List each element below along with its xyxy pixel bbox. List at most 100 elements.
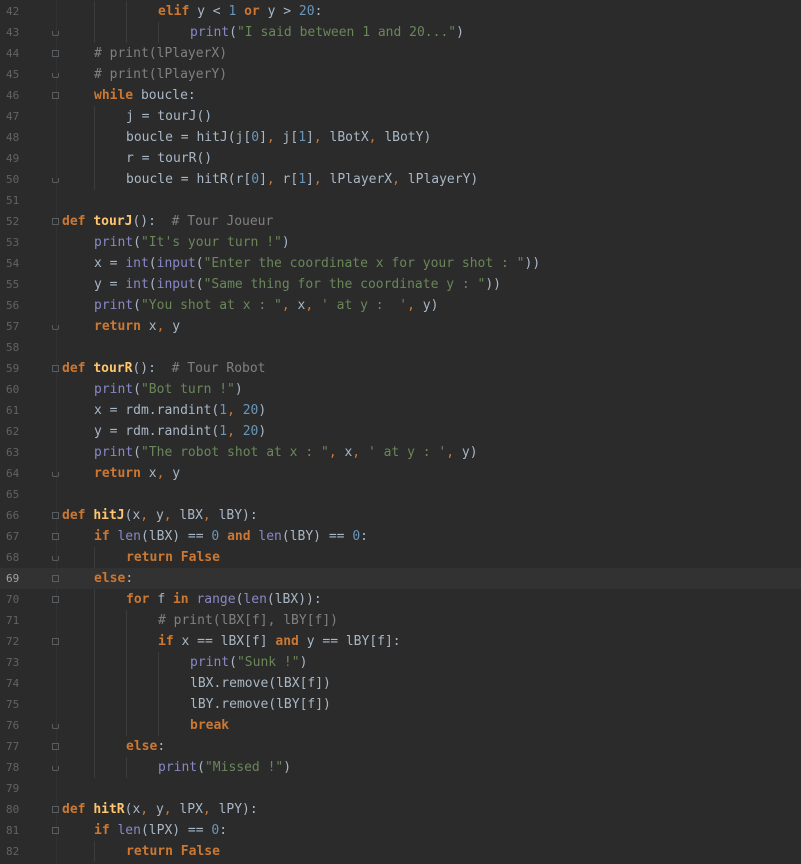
fold-toggle-icon[interactable] bbox=[52, 638, 59, 645]
code-line[interactable]: 63 print("The robot shot at x : ", x, ' a… bbox=[0, 442, 801, 463]
code-text[interactable]: else: bbox=[94, 568, 133, 589]
fold-toggle-icon[interactable] bbox=[52, 218, 59, 225]
code-text[interactable]: # print(lPlayerX) bbox=[94, 43, 227, 64]
code-text[interactable]: y = rdm.randint(1, 20) bbox=[94, 421, 266, 442]
code-text[interactable]: boucle = hitJ(j[0], j[1], lBotX, lBotY) bbox=[126, 127, 431, 148]
code-text[interactable]: j = tourJ() bbox=[126, 106, 212, 127]
fold-toggle-icon[interactable] bbox=[52, 743, 59, 750]
code-text[interactable]: x = rdm.randint(1, 20) bbox=[94, 400, 266, 421]
fold-toggle-icon[interactable] bbox=[52, 827, 59, 834]
fold-end-icon[interactable] bbox=[52, 472, 59, 477]
code-text[interactable]: for f in range(len(lBX)): bbox=[126, 589, 322, 610]
code-line[interactable]: 61 x = rdm.randint(1, 20) bbox=[0, 400, 801, 421]
code-text[interactable]: if len(lPX) == 0: bbox=[94, 820, 227, 841]
code-text[interactable]: return x, y bbox=[94, 463, 180, 484]
code-text[interactable]: print("You shot at x : ", x, ' at y : ',… bbox=[94, 295, 438, 316]
code-line[interactable]: 54 x = int(input("Enter the coordinate x … bbox=[0, 253, 801, 274]
code-line[interactable]: 78 print("Missed !") bbox=[0, 757, 801, 778]
code-line[interactable]: 56 print("You shot at x : ", x, ' at y : … bbox=[0, 295, 801, 316]
code-editor[interactable]: 42 elif y < 1 or y > 20: 43 print("I said b… bbox=[0, 0, 801, 864]
code-line[interactable]: 53 print("It's your turn !") bbox=[0, 232, 801, 253]
code-line[interactable]: 57 return x, y bbox=[0, 316, 801, 337]
code-line[interactable]: 66 def hitJ(x, y, lBX, lBY): bbox=[0, 505, 801, 526]
code-line[interactable]: 48 boucle = hitJ(j[0], j[1], lBotX, lBotY… bbox=[0, 127, 801, 148]
fold-toggle-icon[interactable] bbox=[52, 806, 59, 813]
code-line[interactable]: 43 print("I said between 1 and 20...") bbox=[0, 22, 801, 43]
fold-toggle-icon[interactable] bbox=[52, 575, 59, 582]
code-text[interactable]: x = int(input("Enter the coordinate x fo… bbox=[94, 253, 540, 274]
code-line[interactable]: 49 r = tourR() bbox=[0, 148, 801, 169]
code-line[interactable]: 81 if len(lPX) == 0: bbox=[0, 820, 801, 841]
code-text[interactable]: # print(lBX[f], lBY[f]) bbox=[158, 610, 338, 631]
code-line[interactable]: 50 boucle = hitR(r[0], r[1], lPlayerX, lP… bbox=[0, 169, 801, 190]
code-text[interactable]: return x, y bbox=[94, 316, 180, 337]
code-line[interactable]: 69 else: bbox=[0, 568, 801, 589]
fold-toggle-icon[interactable] bbox=[52, 365, 59, 372]
code-text[interactable]: def tourR(): # Tour Robot bbox=[62, 358, 266, 379]
code-text[interactable]: break bbox=[190, 715, 229, 736]
code-line[interactable]: 68 return False bbox=[0, 547, 801, 568]
fold-toggle-icon[interactable] bbox=[52, 596, 59, 603]
code-line[interactable]: 52 def tourJ(): # Tour Joueur bbox=[0, 211, 801, 232]
code-text[interactable]: return False bbox=[126, 547, 220, 568]
fold-end-icon[interactable] bbox=[52, 73, 59, 78]
code-text[interactable]: print("The robot shot at x : ", x, ' at … bbox=[94, 442, 478, 463]
code-text[interactable]: lBY.remove(lBY[f]) bbox=[190, 694, 331, 715]
fold-end-icon[interactable] bbox=[52, 31, 59, 36]
code-text[interactable]: if x == lBX[f] and y == lBY[f]: bbox=[158, 631, 401, 652]
code-line[interactable]: 51 bbox=[0, 190, 801, 211]
code-text[interactable]: r = tourR() bbox=[126, 148, 212, 169]
code-text[interactable]: def hitR(x, y, lPX, lPY): bbox=[62, 799, 258, 820]
code-line[interactable]: 62 y = rdm.randint(1, 20) bbox=[0, 421, 801, 442]
fold-toggle-icon[interactable] bbox=[52, 92, 59, 99]
code-text[interactable]: def hitJ(x, y, lBX, lBY): bbox=[62, 505, 258, 526]
code-text[interactable]: return False bbox=[126, 841, 220, 862]
code-line[interactable]: 64 return x, y bbox=[0, 463, 801, 484]
code-line[interactable]: 79 bbox=[0, 778, 801, 799]
code-line[interactable]: 60 print("Bot turn !") bbox=[0, 379, 801, 400]
code-text[interactable]: y = int(input("Same thing for the coordi… bbox=[94, 274, 501, 295]
code-line[interactable]: 70 for f in range(len(lBX)): bbox=[0, 589, 801, 610]
code-line[interactable]: 47 j = tourJ() bbox=[0, 106, 801, 127]
fold-toggle-icon[interactable] bbox=[52, 533, 59, 540]
fold-end-icon[interactable] bbox=[52, 325, 59, 330]
fold-end-icon[interactable] bbox=[52, 178, 59, 183]
code-line[interactable]: 59 def tourR(): # Tour Robot bbox=[0, 358, 801, 379]
code-text[interactable]: while boucle: bbox=[94, 85, 196, 106]
code-text[interactable]: # print(lPlayerY) bbox=[94, 64, 227, 85]
code-line[interactable]: 74 lBX.remove(lBX[f]) bbox=[0, 673, 801, 694]
code-line[interactable]: 71 # print(lBX[f], lBY[f]) bbox=[0, 610, 801, 631]
code-text[interactable]: else: bbox=[126, 736, 165, 757]
code-line[interactable]: 67 if len(lBX) == 0 and len(lBY) == 0: bbox=[0, 526, 801, 547]
code-line[interactable]: 72 if x == lBX[f] and y == lBY[f]: bbox=[0, 631, 801, 652]
code-line[interactable]: 42 elif y < 1 or y > 20: bbox=[0, 1, 801, 22]
code-text[interactable]: elif y < 1 or y > 20: bbox=[158, 1, 322, 22]
fold-end-icon[interactable] bbox=[52, 556, 59, 561]
fold-end-icon[interactable] bbox=[52, 724, 59, 729]
code-line[interactable]: 73 print("Sunk !") bbox=[0, 652, 801, 673]
code-text[interactable]: print("Sunk !") bbox=[190, 652, 307, 673]
code-line[interactable]: 44 # print(lPlayerX) bbox=[0, 43, 801, 64]
code-text[interactable]: boucle = hitR(r[0], r[1], lPlayerX, lPla… bbox=[126, 169, 478, 190]
code-text[interactable]: print("Bot turn !") bbox=[94, 379, 243, 400]
code-line[interactable]: 75 lBY.remove(lBY[f]) bbox=[0, 694, 801, 715]
code-line[interactable]: 45 # print(lPlayerY) bbox=[0, 64, 801, 85]
code-text[interactable]: print("It's your turn !") bbox=[94, 232, 290, 253]
code-line[interactable]: 80 def hitR(x, y, lPX, lPY): bbox=[0, 799, 801, 820]
code-line[interactable]: 65 bbox=[0, 484, 801, 505]
code-line[interactable]: 82 return False bbox=[0, 841, 801, 862]
code-line[interactable]: 46 while boucle: bbox=[0, 85, 801, 106]
code-text[interactable]: print("Missed !") bbox=[158, 757, 291, 778]
code-line[interactable]: 76 break bbox=[0, 715, 801, 736]
fold-toggle-icon[interactable] bbox=[52, 50, 59, 57]
code-line[interactable]: 55 y = int(input("Same thing for the coor… bbox=[0, 274, 801, 295]
fold-end-icon[interactable] bbox=[52, 766, 59, 771]
code-text[interactable]: print("I said between 1 and 20...") bbox=[190, 22, 464, 43]
code-text[interactable]: if len(lBX) == 0 and len(lBY) == 0: bbox=[94, 526, 368, 547]
code-line[interactable]: 77 else: bbox=[0, 736, 801, 757]
code-lines[interactable]: 42 elif y < 1 or y > 20: 43 print("I said b… bbox=[0, 1, 801, 862]
code-text[interactable]: lBX.remove(lBX[f]) bbox=[190, 673, 331, 694]
code-line[interactable]: 58 bbox=[0, 337, 801, 358]
code-text[interactable]: def tourJ(): # Tour Joueur bbox=[62, 211, 273, 232]
fold-toggle-icon[interactable] bbox=[52, 512, 59, 519]
